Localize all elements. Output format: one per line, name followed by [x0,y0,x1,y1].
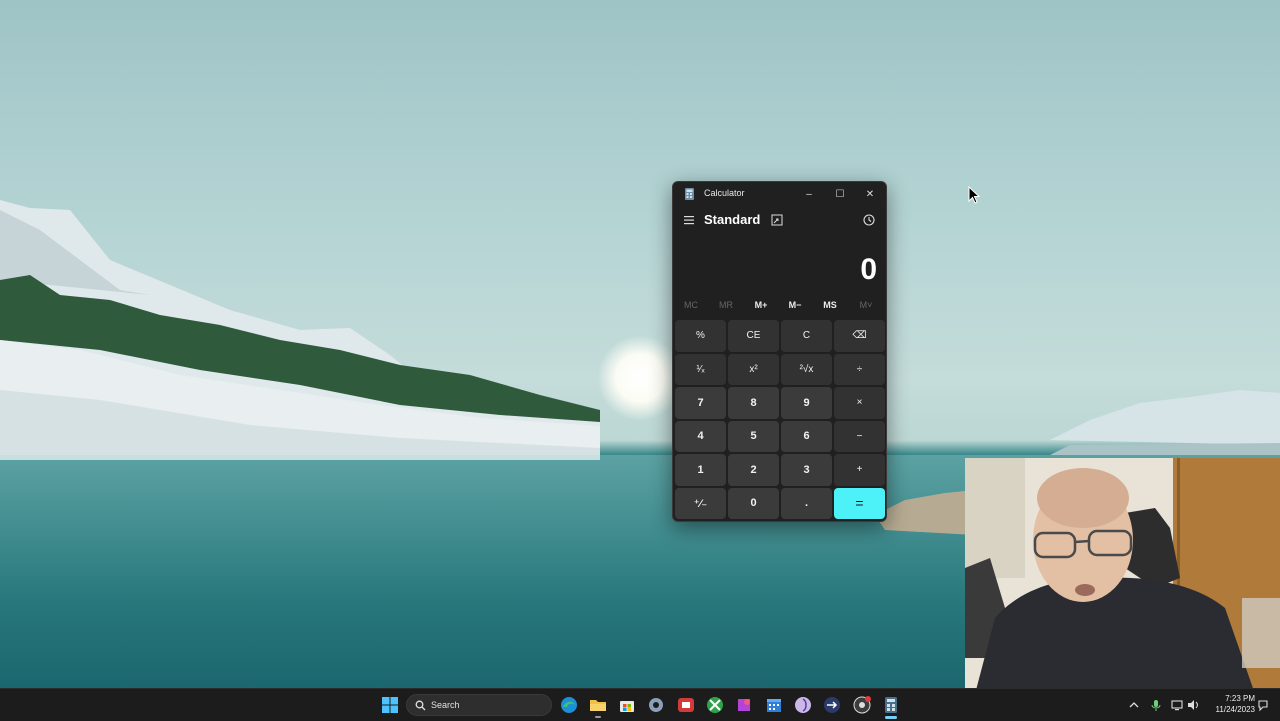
minimize-button[interactable]: – [794,184,824,204]
digit-7-key[interactable]: 7 [675,387,726,419]
mountain-right-graphic [1050,390,1280,455]
window-title: Calculator [704,188,745,198]
percent-key[interactable]: % [675,320,726,352]
digit-6-key[interactable]: 6 [781,420,832,452]
clock-date: 11/24/2023 [1215,705,1255,714]
digit-5-key[interactable]: 5 [728,420,779,452]
hamburger-menu-icon[interactable] [682,213,696,227]
search-icon [415,700,426,711]
spiral-app-icon[interactable] [793,695,813,715]
chrome-icon[interactable] [852,695,872,715]
mouse-cursor-icon [968,186,980,204]
digit-8-key[interactable]: 8 [728,387,779,419]
add-key[interactable]: + [834,454,885,486]
subtract-key[interactable]: − [834,420,885,452]
running-indicator [595,716,601,718]
mountain-left-graphic [0,200,600,460]
calculator-window: Calculator – ☐ ✕ Standard 0 MC MR M+ M− … [672,181,887,522]
digit-0-key[interactable]: 0 [728,487,779,519]
mode-title: Standard [704,212,761,227]
calculator-icon[interactable] [881,695,901,715]
square-key[interactable]: x² [728,353,779,385]
memory-store-button[interactable]: MS [813,300,847,310]
multiply-key[interactable]: × [834,387,885,419]
search-label: Search [431,700,460,710]
maximize-button[interactable]: ☐ [825,184,855,204]
negate-key[interactable]: ⁺⁄₋ [675,487,726,519]
backspace-key[interactable]: ⌫ [834,320,885,352]
digit-3-key[interactable]: 3 [781,454,832,486]
title-bar[interactable]: Calculator – ☐ ✕ [673,182,886,206]
settings-icon[interactable] [646,695,666,715]
arrow-app-icon[interactable] [822,695,842,715]
file-explorer-icon[interactable] [588,695,608,715]
memory-recall-button[interactable]: MR [709,300,743,310]
volume-icon[interactable] [1186,698,1200,712]
webcam-image [965,458,1280,694]
clear-key[interactable]: C [781,320,832,352]
decimal-key[interactable]: . [781,487,832,519]
history-icon[interactable] [862,213,876,227]
memory-add-button[interactable]: M+ [744,300,778,310]
keep-on-top-icon[interactable] [770,213,784,227]
memory-subtract-button[interactable]: M− [778,300,812,310]
reciprocal-key[interactable]: ¹⁄ₓ [675,353,726,385]
digit-1-key[interactable]: 1 [675,454,726,486]
divide-key[interactable]: ÷ [834,353,885,385]
store-icon[interactable] [617,695,637,715]
microphone-icon[interactable] [1149,698,1163,712]
sun-glow [598,336,682,420]
digit-9-key[interactable]: 9 [781,387,832,419]
notification-icon[interactable] [1256,698,1270,712]
memory-list-button[interactable]: M˅ [849,300,883,310]
close-button[interactable]: ✕ [855,184,885,204]
media-app-icon[interactable] [676,695,696,715]
active-app-indicator [885,716,897,719]
calculator-app-icon [685,188,694,200]
network-icon[interactable] [1170,698,1184,712]
maximize-icon: ☐ [835,188,845,200]
edge-icon[interactable] [559,695,579,715]
paint-app-icon[interactable] [734,695,754,715]
grass-shore-graphic [875,490,975,535]
clock-time: 7:23 PM [1225,694,1255,703]
memory-clear-button[interactable]: MC [674,300,708,310]
xbox-icon[interactable] [705,695,725,715]
keypad: % CE C ⌫ ¹⁄ₓ x² ²√x ÷ 7 8 9 × 4 5 6− 1 2 3 + ⁺⁄₋ 0. = [675,320,885,519]
chevron-up-icon[interactable] [1127,698,1141,712]
clear-entry-key[interactable]: CE [728,320,779,352]
square-root-key[interactable]: ²√x [781,353,832,385]
taskbar: Search 7:23 PM 11/24/2023 [0,688,1280,721]
digit-4-key[interactable]: 4 [675,420,726,452]
result-display: 0 [860,253,877,286]
taskbar-clock[interactable]: 7:23 PM 11/24/2023 [1205,693,1255,715]
presenter-webcam [965,458,1280,694]
equals-key[interactable]: = [834,487,885,519]
taskbar-search-box[interactable]: Search [406,694,552,716]
memory-row: MC MR M+ M− MS M˅ [673,300,886,316]
minimize-icon: – [806,188,812,200]
windows-start-icon[interactable] [380,695,400,715]
calendar-app-icon[interactable] [764,695,784,715]
close-icon: ✕ [865,188,875,200]
digit-2-key[interactable]: 2 [728,454,779,486]
